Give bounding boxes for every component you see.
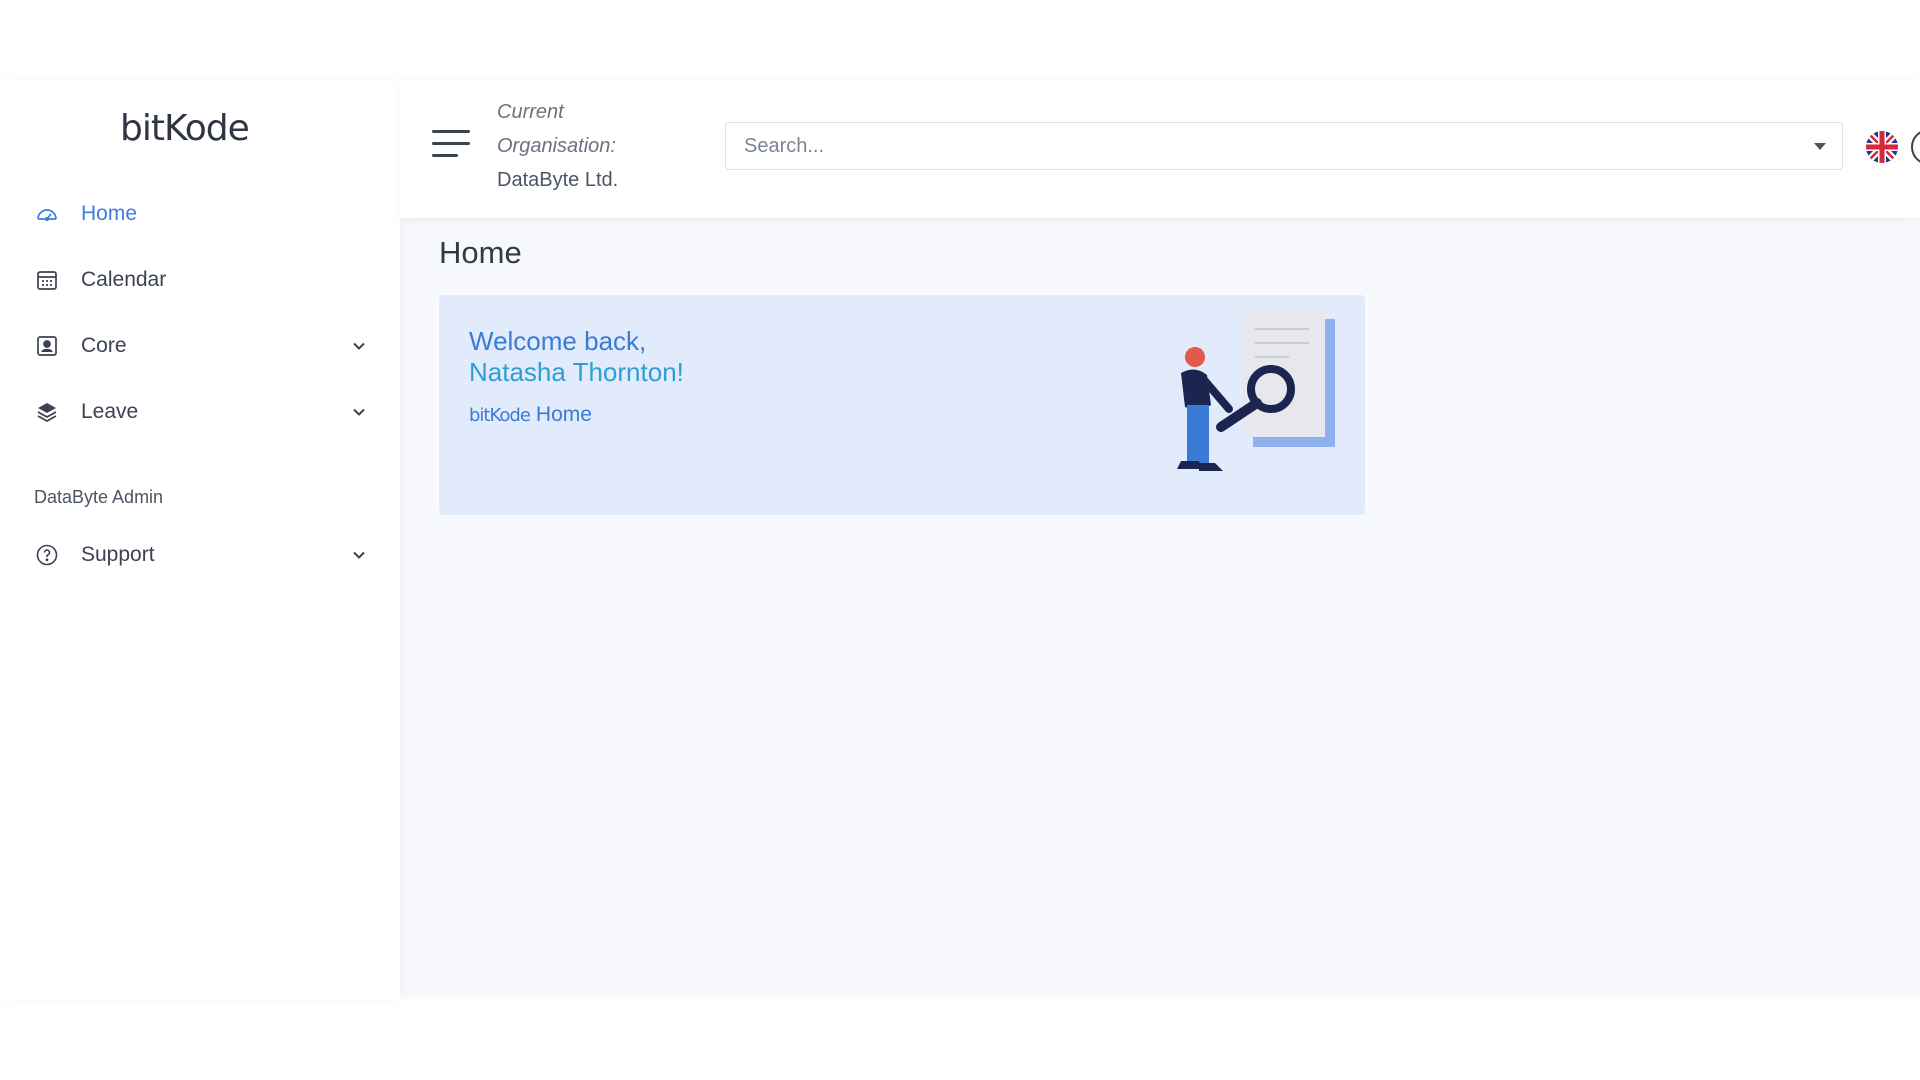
- menu-toggle-button[interactable]: [432, 128, 472, 160]
- top-header: Current Organisation: DataByte Ltd. Sear…: [400, 81, 1920, 218]
- bitkode-home-link[interactable]: bitKode Home: [469, 403, 592, 427]
- user-card-icon: [34, 333, 60, 359]
- layers-icon: [34, 399, 60, 425]
- org-name: DataByte Ltd.: [497, 169, 619, 191]
- user-name: Natasha Thornton!: [469, 357, 684, 387]
- mini-logo: bitKode: [469, 405, 531, 426]
- sidebar-section-title: DataByte Admin: [34, 487, 164, 507]
- sidebar-item-label: Support: [81, 543, 155, 566]
- welcome-card: Welcome back, Natasha Thornton! bitKode …: [439, 295, 1365, 515]
- welcome-line: Welcome back,: [469, 326, 647, 356]
- welcome-message: Welcome back, Natasha Thornton!: [469, 326, 684, 388]
- help-circle-icon: [34, 542, 60, 568]
- sidebar-item-support[interactable]: Support: [34, 535, 370, 575]
- dashboard-icon: [34, 201, 60, 227]
- sidebar-item-home[interactable]: Home: [34, 194, 370, 234]
- page-title: Home: [439, 235, 522, 270]
- org-caption: Current: [497, 101, 564, 123]
- sidebar: bitKode Home Calendar Core Leave DataByt…: [0, 81, 400, 999]
- search-input[interactable]: Search...: [725, 122, 1843, 170]
- sidebar-item-label: Calendar: [81, 268, 167, 291]
- current-organisation: Current Organisation: DataByte Ltd.: [497, 95, 618, 197]
- org-caption: Organisation:: [497, 135, 616, 157]
- sidebar-item-label: Home: [81, 202, 138, 225]
- user-avatar[interactable]: [1911, 129, 1920, 165]
- uk-flag-icon[interactable]: [1866, 131, 1898, 163]
- sidebar-item-calendar[interactable]: Calendar: [34, 260, 370, 300]
- app-shell: bitKode Home Calendar Core Leave DataByt…: [0, 81, 1920, 999]
- chevron-down-icon[interactable]: [348, 401, 370, 423]
- chevron-down-icon[interactable]: [348, 544, 370, 566]
- sidebar-item-label: Leave: [81, 400, 139, 423]
- sidebar-item-label: Core: [81, 334, 127, 357]
- search-document-illustration: [1177, 309, 1335, 471]
- calendar-icon: [34, 267, 60, 293]
- search-placeholder: Search...: [744, 134, 825, 157]
- dropdown-caret-icon[interactable]: [1814, 143, 1826, 150]
- sidebar-item-core[interactable]: Core: [34, 326, 370, 366]
- brand-logo[interactable]: bitKode: [120, 108, 250, 149]
- link-text: Home: [535, 403, 592, 426]
- chevron-down-icon[interactable]: [348, 335, 370, 357]
- sidebar-item-leave[interactable]: Leave: [34, 392, 370, 432]
